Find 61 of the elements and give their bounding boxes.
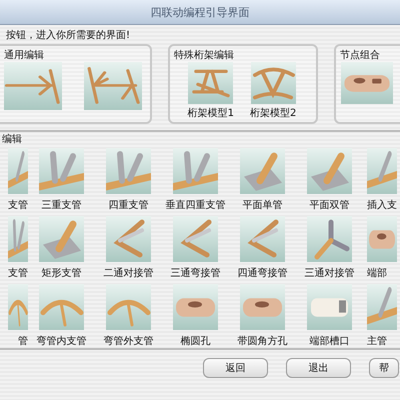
pipe-model-drawing <box>106 284 151 330</box>
pipe-model-drawing <box>307 284 352 330</box>
model-button[interactable]: 桁架模型1 <box>188 62 234 120</box>
model-button[interactable]: 插入支 <box>363 148 400 212</box>
pipe-model-drawing <box>240 148 285 194</box>
pipe-model-drawing <box>307 216 352 262</box>
pipe-model-drawing <box>367 284 397 330</box>
pipe-model-drawing <box>240 216 285 262</box>
model-button[interactable] <box>84 62 142 110</box>
model-button[interactable]: 端部 <box>363 216 400 280</box>
window-title: 四联动编程引导界面 <box>150 4 250 20</box>
model-button[interactable]: 四通弯接管 <box>229 216 296 280</box>
pipe-model-drawing <box>173 148 218 194</box>
model-button[interactable]: 矩形支管 <box>28 216 95 280</box>
model-button[interactable]: 三重支管 <box>28 148 95 212</box>
dialog-button[interactable]: 返回 <box>203 358 268 378</box>
model-button[interactable]: 椭圆孔 <box>162 284 229 348</box>
model-button[interactable]: 弯管内支管 <box>28 284 95 348</box>
model-button[interactable]: 管 <box>0 284 28 348</box>
pipe-model-drawing <box>8 148 28 194</box>
pipe-model-drawing <box>8 216 28 262</box>
dialog-button[interactable]: 退出 <box>286 358 351 378</box>
pipe-model-drawing <box>39 216 84 262</box>
model-button[interactable]: 桁架模型2 <box>250 62 296 120</box>
model-button[interactable]: 平面单管 <box>229 148 296 212</box>
pipe-model-drawing <box>367 216 397 262</box>
pipe-model-drawing <box>84 62 142 110</box>
pipe-model-drawing <box>106 216 151 262</box>
model-button[interactable]: 三通对接管 <box>296 216 363 280</box>
model-button[interactable]: 端部槽口 <box>296 284 363 348</box>
model-button[interactable]: 弯管外支管 <box>95 284 162 348</box>
pipe-model-drawing <box>307 148 352 194</box>
group-title: 编辑 <box>1 132 23 146</box>
model-button[interactable]: 带圆角方孔 <box>229 284 296 348</box>
dialog-button[interactable]: 帮 <box>369 358 399 378</box>
instruction-text: 按钮，进入你所需要的界面! <box>5 28 132 43</box>
group-title: 特殊桁架编辑 <box>174 48 235 62</box>
pipe-model-drawing <box>39 148 84 194</box>
model-button[interactable]: 支管 <box>0 216 28 280</box>
model-button[interactable]: 支管 <box>0 148 28 212</box>
model-button[interactable]: 二通对接管 <box>95 216 162 280</box>
model-button[interactable] <box>4 62 62 110</box>
pipe-model-drawing <box>4 62 62 110</box>
model-button[interactable]: 三通弯接管 <box>162 216 229 280</box>
pipe-model-drawing <box>8 284 28 330</box>
model-button[interactable]: 主管 <box>363 284 400 348</box>
model-button[interactable] <box>341 62 393 104</box>
model-button[interactable]: 平面双管 <box>296 148 363 212</box>
group-title: 通用编辑 <box>4 48 45 62</box>
pipe-model-drawing <box>367 148 397 194</box>
model-button[interactable]: 垂直四重支管 <box>162 148 229 212</box>
pipe-model-drawing <box>341 62 393 104</box>
pipe-model-drawing <box>250 62 296 104</box>
pipe-model-drawing <box>173 284 218 330</box>
pipe-model-drawing <box>240 284 285 330</box>
pipe-model-drawing <box>39 284 84 330</box>
model-button[interactable]: 四重支管 <box>95 148 162 212</box>
group-title: 节点组合 <box>340 48 381 62</box>
pipe-model-drawing <box>106 148 151 194</box>
pipe-model-drawing <box>188 62 234 104</box>
pipe-model-drawing <box>173 216 218 262</box>
